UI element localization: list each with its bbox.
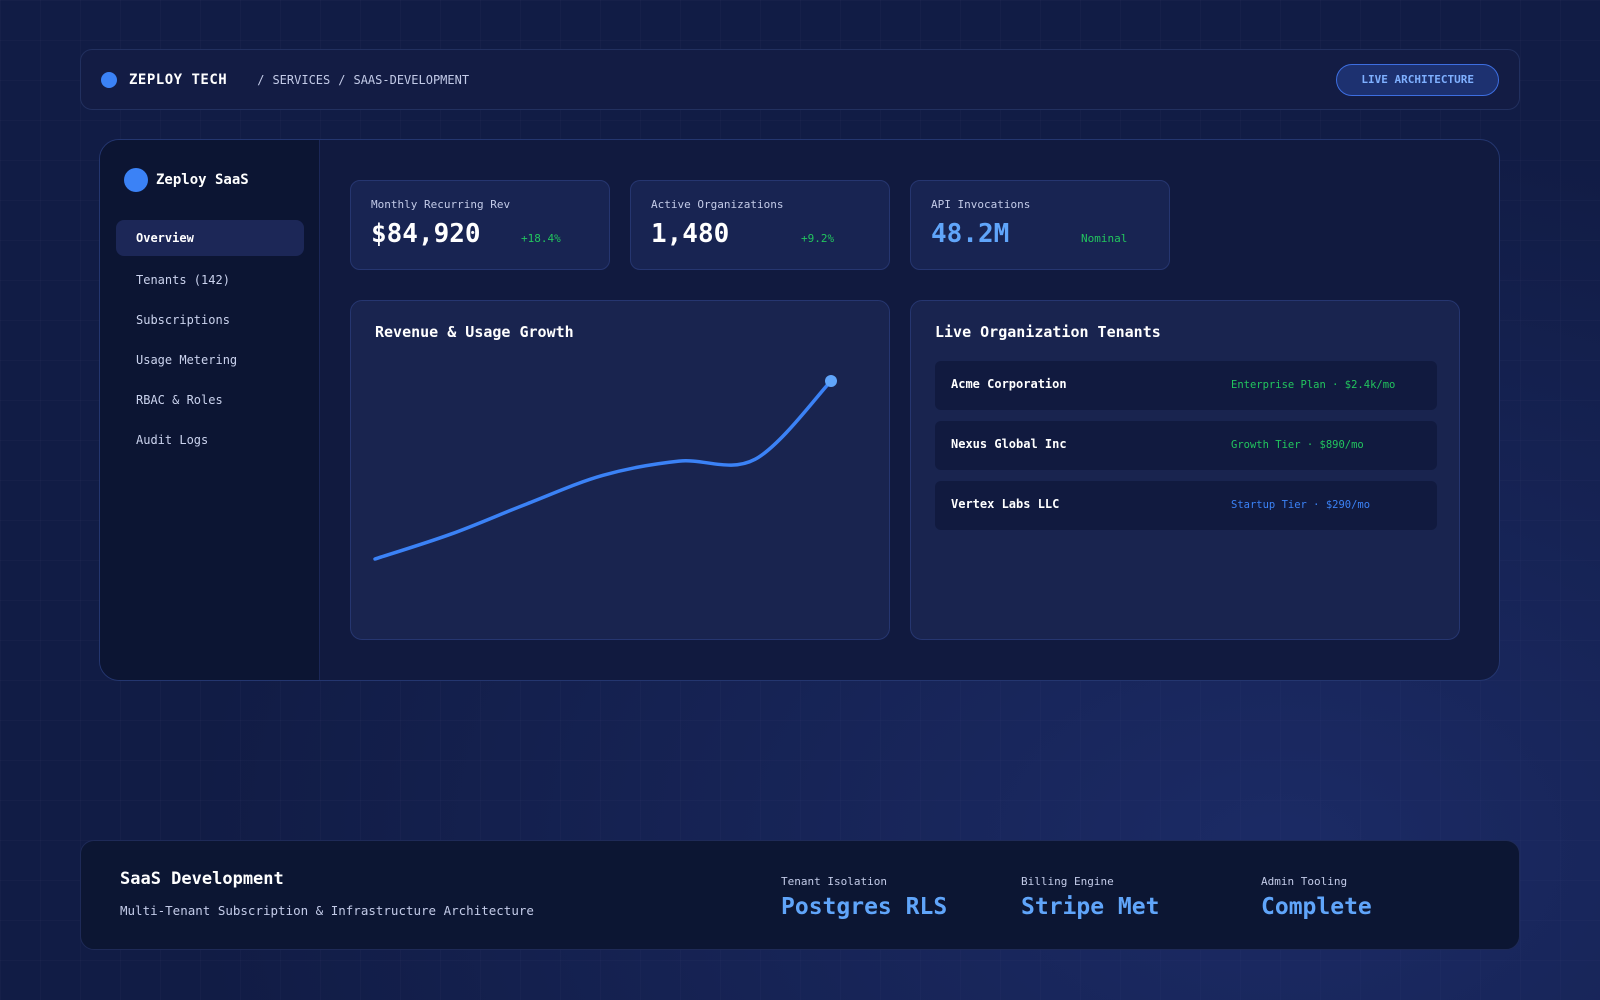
- footer-title: SaaS Development: [120, 869, 284, 889]
- latest-point-marker[interactable]: [825, 375, 837, 387]
- breadcrumb-separator: /: [257, 72, 265, 87]
- stat-status: Nominal: [1081, 232, 1128, 245]
- metric-value: Stripe Met: [1021, 894, 1160, 920]
- sidebar-item-rbac-roles[interactable]: RBAC & Roles: [116, 382, 304, 418]
- breadcrumb: / SERVICES / SAAS-DEVELOPMENT: [257, 73, 469, 87]
- metric-label: Billing Engine: [1021, 875, 1114, 888]
- metric-tenant-isolation: Tenant Isolation Postgres RLS: [781, 875, 947, 920]
- tenants-card: Live Organization Tenants Acme Corporati…: [910, 300, 1460, 640]
- metric-billing-engine: Billing Engine Stripe Met: [1021, 875, 1159, 920]
- stat-card-mrr: Monthly Recurring Rev $84,920 +18.4%: [350, 180, 610, 270]
- footer-summary: SaaS Development Multi-Tenant Subscripti…: [80, 840, 1520, 950]
- dashboard-panel: Zeploy SaaS Overview Tenants (142) Subsc…: [99, 139, 1500, 681]
- metric-admin-tooling: Admin Tooling Complete: [1261, 875, 1372, 920]
- sidebar-title: Zeploy SaaS: [156, 172, 249, 188]
- tenant-name: Vertex Labs LLC: [951, 497, 1060, 511]
- tenant-name: Acme Corporation: [951, 377, 1067, 391]
- tenant-name: Nexus Global Inc: [951, 437, 1067, 451]
- stat-value: 1,480: [651, 219, 730, 249]
- stat-card-active-organizations: Active Organizations 1,480 +9.2%: [630, 180, 890, 270]
- stat-delta: +18.4%: [521, 232, 561, 245]
- stat-card-api-invocations: API Invocations 48.2M Nominal: [910, 180, 1170, 270]
- sidebar-item-subscriptions[interactable]: Subscriptions: [116, 302, 304, 338]
- sidebar-logo-icon: [124, 168, 148, 192]
- series-line: [373, 379, 833, 561]
- tenant-plan: Growth Tier · $890/mo: [1231, 439, 1364, 451]
- sidebar-item-usage-metering[interactable]: Usage Metering: [116, 342, 304, 378]
- metric-label: Tenant Isolation: [781, 875, 887, 888]
- sidebar-item-audit-logs[interactable]: Audit Logs: [116, 422, 304, 458]
- live-architecture-button[interactable]: LIVE ARCHITECTURE: [1336, 63, 1499, 96]
- sidebar-item-overview[interactable]: Overview: [116, 220, 304, 256]
- tenants-title: Live Organization Tenants: [935, 323, 1161, 341]
- brand-name[interactable]: ZEPLOY TECH: [129, 72, 227, 88]
- sidebar: Zeploy SaaS Overview Tenants (142) Subsc…: [100, 140, 320, 680]
- stat-label: Active Organizations: [651, 198, 784, 211]
- metric-value: Postgres RLS: [781, 894, 948, 920]
- tenant-plan: Startup Tier · $290/mo: [1231, 499, 1371, 511]
- sidebar-nav: Overview Tenants (142) Subscriptions Usa…: [116, 220, 304, 462]
- stat-label: API Invocations: [931, 198, 1031, 211]
- tenant-row-acme[interactable]: Acme Corporation Enterprise Plan · $2.4k…: [935, 361, 1437, 410]
- revenue-line-chart: [373, 375, 837, 561]
- metric-label: Admin Tooling: [1261, 875, 1348, 888]
- breadcrumb-services[interactable]: SERVICES: [272, 73, 330, 87]
- sidebar-item-tenants[interactable]: Tenants (142): [116, 262, 304, 298]
- tenant-row-vertex[interactable]: Vertex Labs LLC Startup Tier · $290/mo: [935, 481, 1437, 530]
- top-bar: ZEPLOY TECH / SERVICES / SAAS-DEVELOPMEN…: [80, 49, 1520, 110]
- brand-dot-icon: [101, 71, 117, 88]
- stat-delta: +9.2%: [801, 232, 835, 245]
- stat-label: Monthly Recurring Rev: [371, 198, 511, 211]
- breadcrumb-separator: /: [338, 72, 346, 87]
- footer-subtitle: Multi-Tenant Subscription & Infrastructu…: [120, 903, 534, 918]
- stat-value: $84,920: [371, 219, 481, 249]
- breadcrumb-saas-development[interactable]: SAAS-DEVELOPMENT: [353, 73, 469, 87]
- stat-value: 48.2M: [931, 219, 1010, 249]
- tenant-row-nexus[interactable]: Nexus Global Inc Growth Tier · $890/mo: [935, 421, 1437, 470]
- sidebar-brand: Zeploy SaaS: [124, 168, 249, 192]
- revenue-chart-card: Revenue & Usage Growth: [350, 300, 890, 640]
- metric-value: Complete: [1261, 894, 1372, 920]
- tenant-plan: Enterprise Plan · $2.4k/mo: [1231, 379, 1396, 391]
